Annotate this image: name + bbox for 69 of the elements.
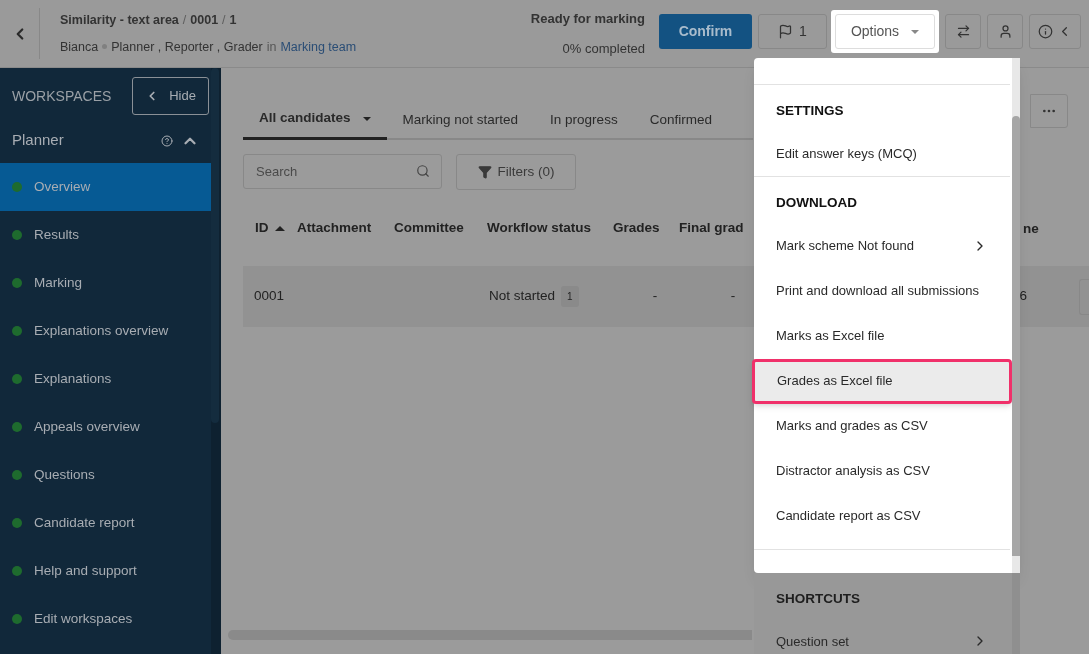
info-icon: [1038, 24, 1053, 39]
search-field[interactable]: Search: [243, 154, 442, 189]
menu-item[interactable]: Print and download all submissions: [754, 268, 1010, 314]
status-text: Ready for marking: [530, 10, 645, 28]
section-title: Planner: [12, 130, 64, 151]
column-header[interactable]: Committee: [394, 217, 487, 239]
breadcrumb-separator: /: [222, 11, 226, 29]
swap-button[interactable]: [945, 14, 981, 49]
user-icon: [997, 24, 1013, 39]
progress-text: 0% completed: [562, 39, 645, 58]
filter-tab[interactable]: Confirmed: [633, 100, 728, 140]
filter-tab[interactable]: Marking not started: [386, 100, 535, 140]
swap-icon: [955, 24, 971, 39]
sidebar-item[interactable]: Help and support: [0, 547, 211, 595]
menu-item[interactable]: Distractor analysis as CSV: [754, 448, 1010, 494]
user-name: Bianca: [60, 38, 99, 56]
count-badge: 1: [561, 286, 579, 307]
column-header[interactable]: Grades: [613, 217, 679, 239]
table-cell-text: -: [729, 287, 737, 306]
breadcrumb-item: 1: [229, 11, 237, 29]
sidebar-item[interactable]: Appeals overview: [0, 403, 211, 451]
scrollbar-thumb[interactable]: [1012, 116, 1020, 556]
menu-item[interactable]: Edit answer keys (MCQ): [754, 131, 1010, 177]
column-header[interactable]: ne: [1023, 219, 1039, 240]
sidebar-item[interactable]: Results: [0, 211, 211, 259]
filter-icon: [477, 165, 492, 179]
table-cell-text: 6: [1019, 287, 1027, 306]
menu-section-title: SETTINGS: [776, 102, 844, 120]
menu-section-title: DOWNLOAD: [776, 194, 857, 213]
menu-item[interactable]: Question set: [754, 618, 1010, 654]
scrollbar-thumb[interactable]: [211, 68, 219, 423]
table-cell-text: Not started: [489, 287, 556, 306]
breadcrumb-separator: /: [182, 11, 187, 29]
sidebar-item[interactable]: Questions: [0, 451, 211, 499]
sidebar-item[interactable]: Candidate report: [0, 499, 211, 547]
caret-icon: [911, 29, 920, 34]
column-header[interactable]: ID: [243, 217, 297, 239]
menu-item[interactable]: Marks and grades as CSV: [754, 403, 1010, 449]
user-button[interactable]: [987, 14, 1023, 49]
table-cell-text: -: [651, 287, 659, 306]
sort-icon: [274, 225, 285, 231]
sidebar-title: WORKSPACES: [12, 86, 112, 106]
column-header[interactable]: Workflow status: [487, 217, 613, 239]
filter-tab[interactable]: All candidates: [243, 100, 387, 140]
sidebar-item[interactable]: Explanations: [0, 355, 211, 403]
menu-item[interactable]: Candidate report as CSV: [754, 493, 1010, 539]
breadcrumb-item: 0001: [190, 11, 219, 29]
menu-section-title: SHORTCUTS: [776, 589, 860, 608]
menu-item[interactable]: Mark scheme Not found: [754, 223, 1010, 269]
options-dropdown[interactable]: Options: [835, 14, 935, 49]
user-roles: Planner , Reporter , Grader: [111, 38, 263, 56]
search-icon: [416, 164, 430, 178]
connector-text: in: [266, 38, 277, 56]
confirm-button[interactable]: Confirm: [659, 14, 752, 49]
sidebar-item[interactable]: Marking: [0, 259, 211, 307]
filter-tab[interactable]: In progress: [534, 100, 634, 140]
sidebar-item[interactable]: Edit workspaces: [0, 595, 211, 643]
flag-button[interactable]: 1: [758, 14, 827, 49]
hide-button[interactable]: Hide: [132, 77, 209, 115]
breadcrumb-item[interactable]: Similarity - text area: [60, 10, 179, 30]
filters-button[interactable]: Filters (0): [456, 154, 576, 190]
info-button[interactable]: [1029, 14, 1081, 49]
column-header[interactable]: Attachment: [297, 217, 394, 239]
table-cell-text: 0001: [253, 287, 286, 306]
flag-icon: [778, 24, 794, 39]
sidebar-item[interactable]: Explanations overview: [0, 307, 211, 355]
caret-icon: [362, 116, 371, 121]
menu-item[interactable]: Grades as Excel file: [752, 358, 1012, 404]
help-icon[interactable]: [161, 134, 173, 147]
